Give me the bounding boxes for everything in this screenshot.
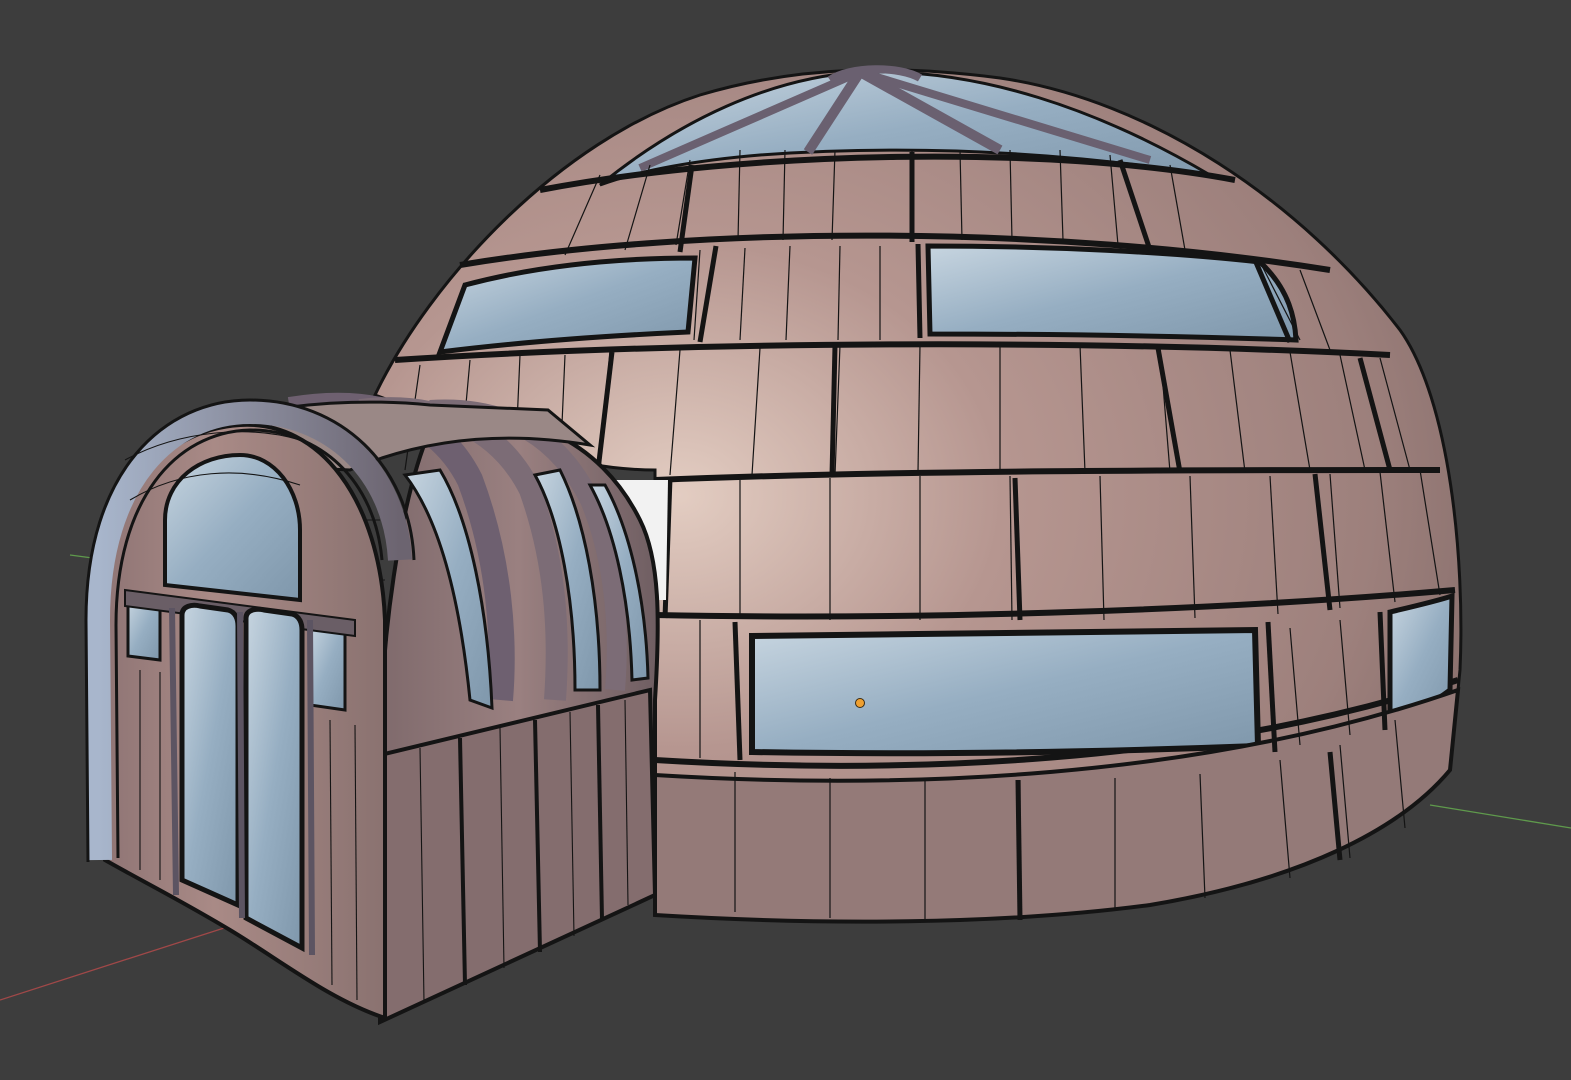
- axis-y-line-right: [1429, 804, 1571, 829]
- window-upper-right: [925, 243, 1299, 343]
- entrance-tunnel[interactable]: [84, 392, 668, 1026]
- arch-window-top: [163, 452, 302, 603]
- door-right[interactable]: [243, 606, 305, 953]
- scene-canvas[interactable]: [0, 0, 1571, 1080]
- window-main: [749, 626, 1262, 757]
- object-origin-dot[interactable]: [855, 698, 865, 708]
- front-window-right: [308, 623, 347, 712]
- door-left[interactable]: [179, 602, 241, 909]
- 3d-viewport[interactable]: [0, 0, 1571, 1080]
